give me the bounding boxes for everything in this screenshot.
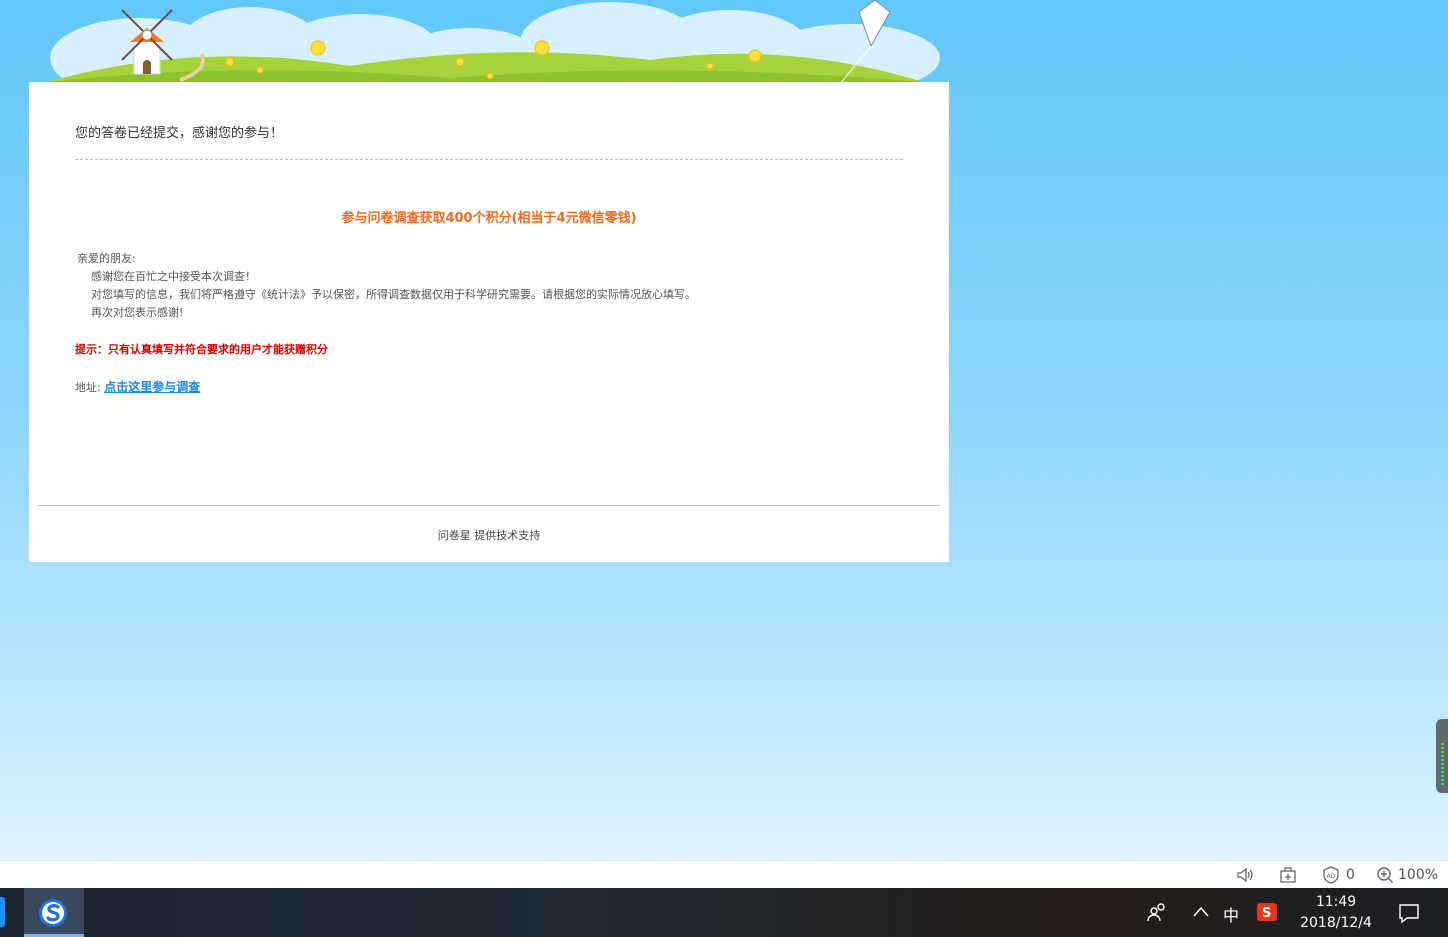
letter-body: 亲爱的朋友: 感谢您在百忙之中接受本次调查！ 对您填写的信息，我们将严格遵守《统… — [77, 250, 696, 322]
taskbar-browser-app[interactable] — [24, 888, 84, 937]
reward-headline: 参与问卷调查获取400个积分(相当于4元微信零钱) — [341, 211, 637, 226]
letter-greeting: 亲爱的朋友: — [77, 252, 136, 265]
adblock-count: 0 — [1346, 867, 1355, 883]
people-icon[interactable] — [1146, 902, 1168, 926]
zoom-level: 100% — [1398, 867, 1439, 883]
zoom-control[interactable]: 100% — [1376, 865, 1438, 885]
submission-confirmation-card: 您的答卷已经提交，感谢您的参与！ 参与问卷调查获取400个积分(相当于4元微信零… — [29, 82, 949, 562]
ad-shield-icon: AD — [1323, 866, 1339, 884]
dashed-divider — [75, 159, 903, 160]
svg-text:S: S — [1262, 906, 1271, 921]
header-banner-illustration — [30, 0, 950, 84]
browser-status-bar: AD 0 100% — [0, 860, 1448, 888]
system-clock[interactable]: 11:49 2018/12/4 — [1292, 892, 1380, 934]
floating-side-widget[interactable] — [1436, 719, 1448, 793]
clock-time: 11:49 — [1315, 894, 1357, 910]
level-meter-icon — [1441, 743, 1444, 787]
show-hidden-icons-chevron-icon[interactable] — [1192, 904, 1210, 923]
taskbar-app-edge[interactable] — [0, 897, 5, 927]
address-row: 地址: 点击这里参与调查 — [75, 378, 200, 395]
letter-line: 对您填写的信息，我们将严格遵守《统计法》予以保密，所得调查数据仅用于科学研究需要… — [91, 288, 696, 301]
join-survey-link[interactable]: 点击这里参与调查 — [104, 380, 200, 394]
letter-line: 再次对您表示感谢! — [91, 306, 184, 319]
sogou-ime-icon[interactable]: S — [1256, 902, 1278, 926]
svg-text:AD: AD — [1327, 873, 1336, 880]
taskbar: 中 S 11:49 2018/12/4 — [0, 888, 1448, 937]
action-center-icon[interactable] — [1398, 902, 1420, 928]
submission-thanks-message: 您的答卷已经提交，感谢您的参与！ — [75, 126, 284, 141]
ime-mode-indicator[interactable]: 中 — [1223, 902, 1239, 926]
screenshot-icon[interactable] — [1279, 865, 1297, 885]
letter-line: 感谢您在百忙之中接受本次调查！ — [91, 270, 256, 283]
powered-by-footer[interactable]: 问卷星 提供技术支持 — [29, 527, 949, 543]
speaker-icon[interactable] — [1236, 865, 1254, 885]
address-label: 地址: — [75, 381, 101, 394]
adblock-indicator[interactable]: AD 0 — [1322, 865, 1355, 885]
clock-date: 2018/12/4 — [1300, 915, 1372, 931]
eligibility-tip: 提示：只有认真填写并符合要求的用户才能获赠积分 — [75, 343, 328, 356]
sogou-browser-icon — [38, 898, 68, 932]
zoom-icon — [1377, 867, 1393, 883]
footer-divider — [38, 505, 940, 506]
